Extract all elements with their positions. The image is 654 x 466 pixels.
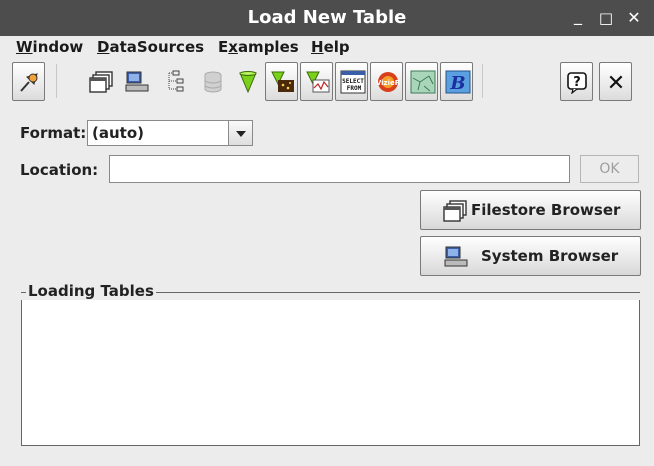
system-browser-label: System Browser bbox=[481, 247, 619, 265]
loading-tables-title: Loading Tables bbox=[26, 282, 156, 300]
cone-chart-button[interactable] bbox=[300, 62, 333, 101]
tree-button[interactable] bbox=[160, 62, 193, 101]
database-button[interactable] bbox=[195, 62, 228, 101]
loading-tables-panel bbox=[21, 293, 640, 446]
filestore-icon bbox=[89, 71, 113, 93]
close-toolbar-button[interactable]: ✕ bbox=[599, 62, 632, 101]
close-window-button[interactable]: ✕ bbox=[624, 8, 644, 28]
menubar: Window DataSources Examples Help bbox=[0, 36, 654, 58]
menu-window[interactable]: Window bbox=[16, 38, 83, 56]
pin-icon bbox=[20, 73, 38, 92]
svg-text:SELECT: SELECT bbox=[342, 78, 364, 85]
b-icon: B bbox=[445, 70, 471, 94]
system-browser-button-large[interactable]: System Browser bbox=[420, 236, 641, 276]
window-title: Load New Table bbox=[247, 7, 407, 28]
svg-text:?: ? bbox=[573, 75, 581, 90]
cone-data-icon bbox=[271, 71, 294, 92]
filestore-browser-button[interactable]: Filestore Browser bbox=[420, 190, 641, 230]
svg-text:VizieR: VizieR bbox=[376, 79, 401, 87]
sky-map-button[interactable] bbox=[405, 62, 438, 101]
select-from-icon: SELECT FROM bbox=[340, 70, 366, 94]
svg-text:✕: ✕ bbox=[607, 71, 625, 94]
minimize-button[interactable]: _ bbox=[568, 6, 588, 26]
format-select[interactable]: (auto) bbox=[87, 120, 253, 146]
database-icon bbox=[204, 71, 222, 93]
svg-text:B: B bbox=[449, 73, 465, 94]
menu-examples[interactable]: Examples bbox=[218, 38, 299, 56]
window-titlebar: Load New Table _ □ ✕ bbox=[0, 0, 654, 36]
system-browser-icon bbox=[444, 246, 468, 267]
menu-help[interactable]: Help bbox=[311, 38, 350, 56]
chevron-down-icon[interactable] bbox=[228, 121, 252, 145]
sky-map-icon bbox=[410, 70, 436, 94]
system-browser-icon bbox=[125, 71, 149, 92]
location-label: Location: bbox=[20, 161, 99, 179]
toolbar-separator bbox=[56, 64, 57, 98]
cone-search-button[interactable] bbox=[230, 62, 263, 101]
filestore-browser-label: Filestore Browser bbox=[471, 201, 621, 219]
toolbar-separator-2 bbox=[482, 64, 483, 98]
filestore-icon bbox=[443, 200, 467, 222]
menu-datasources[interactable]: DataSources bbox=[97, 38, 204, 56]
cone-icon bbox=[239, 71, 257, 94]
help-button[interactable]: ? bbox=[560, 62, 593, 101]
format-label: Format: bbox=[20, 124, 87, 142]
b-button[interactable]: B bbox=[440, 62, 473, 101]
system-browser-button[interactable] bbox=[119, 62, 152, 101]
help-icon: ? bbox=[567, 72, 587, 94]
format-value: (auto) bbox=[92, 124, 144, 142]
close-icon: ✕ bbox=[607, 71, 625, 94]
cone-data-button[interactable] bbox=[265, 62, 298, 101]
vizier-button[interactable]: VizieR bbox=[370, 62, 403, 101]
maximize-button[interactable]: □ bbox=[596, 8, 616, 28]
tree-icon bbox=[168, 70, 184, 92]
ok-button[interactable]: OK bbox=[580, 155, 639, 183]
filestore-button[interactable] bbox=[84, 62, 117, 101]
cone-chart-icon bbox=[306, 71, 330, 93]
svg-text:FROM: FROM bbox=[347, 85, 362, 92]
pin-button[interactable] bbox=[12, 62, 45, 101]
select-from-button[interactable]: SELECT FROM bbox=[335, 62, 368, 101]
location-input[interactable] bbox=[109, 155, 570, 183]
vizier-icon: VizieR bbox=[376, 72, 401, 92]
